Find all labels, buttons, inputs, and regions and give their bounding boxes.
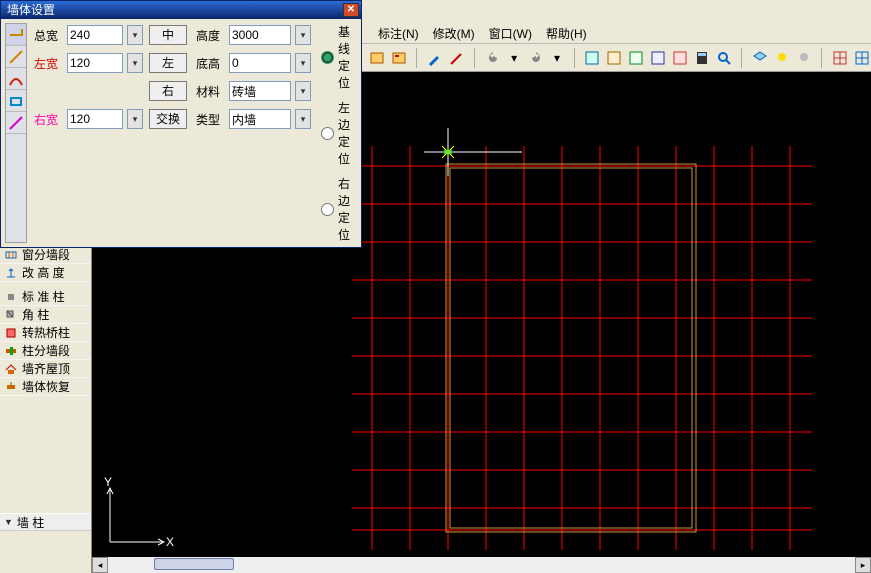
bulb-on-icon[interactable]	[773, 48, 791, 68]
material-dropdown[interactable]	[295, 81, 311, 101]
width-right-label: 右宽	[29, 111, 63, 128]
dialog-title-bar[interactable]: 墙体设置 ✕	[1, 1, 361, 19]
swap-button[interactable]: 交换	[149, 109, 187, 129]
type-label: 类型	[191, 111, 225, 128]
wall-settings-dialog: 墙体设置 ✕ 总宽 中 高度 左宽 左 底高 右 材料	[0, 0, 362, 248]
height-input[interactable]	[229, 25, 291, 45]
panel2-icon[interactable]	[605, 48, 623, 68]
side-footer-wall[interactable]: ▼墙 柱	[0, 513, 91, 531]
scroll-track[interactable]	[108, 557, 855, 573]
grid-blue-icon[interactable]	[853, 48, 871, 68]
width-left-dropdown[interactable]	[127, 53, 143, 73]
undo-icon[interactable]	[484, 48, 502, 68]
scroll-left-icon[interactable]: ◂	[92, 557, 108, 573]
scroll-right-icon[interactable]: ▸	[855, 557, 871, 573]
scroll-thumb[interactable]	[154, 558, 234, 570]
menu-bar: 标注(N) 修改(M) 窗口(W) 帮助(H)	[362, 24, 871, 44]
positioning-radios: 基线定位 左边定位 右边定位	[315, 23, 357, 243]
side-wall-roof[interactable]: 墙齐屋顶	[0, 360, 91, 378]
height-dropdown[interactable]	[295, 25, 311, 45]
shape-arc-icon[interactable]	[6, 68, 26, 90]
width-left-input[interactable]	[67, 53, 123, 73]
dialog-title-text: 墙体设置	[7, 1, 55, 19]
background-strip-right	[362, 0, 871, 24]
side-win-seg[interactable]: 窗分墙段	[0, 246, 91, 264]
grid-red-icon[interactable]	[831, 48, 849, 68]
height-label: 高度	[191, 27, 225, 44]
panel4-icon[interactable]	[649, 48, 667, 68]
width-right-input[interactable]	[67, 109, 123, 129]
close-icon[interactable]: ✕	[343, 3, 359, 17]
radio-base[interactable]: 基线定位	[321, 23, 357, 91]
pencil-red-icon[interactable]	[448, 48, 466, 68]
left-button[interactable]: 左	[149, 53, 187, 73]
layers-icon[interactable]	[751, 48, 769, 68]
redo-icon[interactable]	[527, 48, 545, 68]
horizontal-scrollbar[interactable]: ◂ ▸	[92, 557, 871, 573]
brush-icon[interactable]	[426, 48, 444, 68]
menu-help[interactable]: 帮助(H)	[546, 25, 587, 42]
shape-box-icon[interactable]	[6, 90, 26, 112]
side-change-h[interactable]: 改 高 度	[0, 264, 91, 282]
radio-left[interactable]: 左边定位	[321, 99, 357, 167]
type-input[interactable]	[229, 109, 291, 129]
svg-text:X: X	[166, 535, 174, 549]
shape-line-icon[interactable]	[6, 112, 26, 134]
panel5-icon[interactable]	[671, 48, 689, 68]
side-col-seg[interactable]: 柱分墙段	[0, 342, 91, 360]
side-thermal-col[interactable]: 转热桥柱	[0, 324, 91, 342]
right-button[interactable]: 右	[149, 81, 187, 101]
panel3-icon[interactable]	[627, 48, 645, 68]
side-std-col[interactable]: 标 准 柱	[0, 288, 91, 306]
book2-icon[interactable]	[390, 48, 408, 68]
shape-rect-icon[interactable]	[6, 24, 26, 46]
search-icon[interactable]	[715, 48, 733, 68]
width-total-dropdown[interactable]	[127, 25, 143, 45]
menu-window[interactable]: 窗口(W)	[489, 25, 532, 42]
wall-fields: 总宽 中 高度 左宽 左 底高 右 材料 右宽 交换 类型	[29, 23, 313, 243]
material-input[interactable]	[229, 81, 291, 101]
book-icon[interactable]	[368, 48, 386, 68]
redo-drop-icon[interactable]: ▾	[549, 48, 566, 68]
side-corner-col[interactable]: 角 柱	[0, 306, 91, 324]
width-total-input[interactable]	[67, 25, 123, 45]
width-total-label: 总宽	[29, 27, 63, 44]
svg-text:Y: Y	[104, 475, 112, 489]
calc-icon[interactable]	[693, 48, 711, 68]
menu-annotate[interactable]: 标注(N)	[378, 25, 419, 42]
material-label: 材料	[191, 83, 225, 100]
menu-modify[interactable]: 修改(M)	[433, 25, 475, 42]
panel1-icon[interactable]	[583, 48, 601, 68]
bulb-off-icon[interactable]	[795, 48, 813, 68]
undo-drop-icon[interactable]: ▾	[506, 48, 523, 68]
center-button[interactable]: 中	[149, 25, 187, 45]
base-label: 底高	[191, 55, 225, 72]
type-dropdown[interactable]	[295, 109, 311, 129]
toolbar: ▾ ▾	[362, 44, 871, 72]
side-wall-restore[interactable]: 墙体恢复	[0, 378, 91, 396]
shape-diag-icon[interactable]	[6, 46, 26, 68]
shape-mode-icons	[5, 23, 27, 243]
base-dropdown[interactable]	[295, 53, 311, 73]
radio-right[interactable]: 右边定位	[321, 175, 357, 243]
width-right-dropdown[interactable]	[127, 109, 143, 129]
width-left-label: 左宽	[29, 55, 63, 72]
base-input[interactable]	[229, 53, 291, 73]
